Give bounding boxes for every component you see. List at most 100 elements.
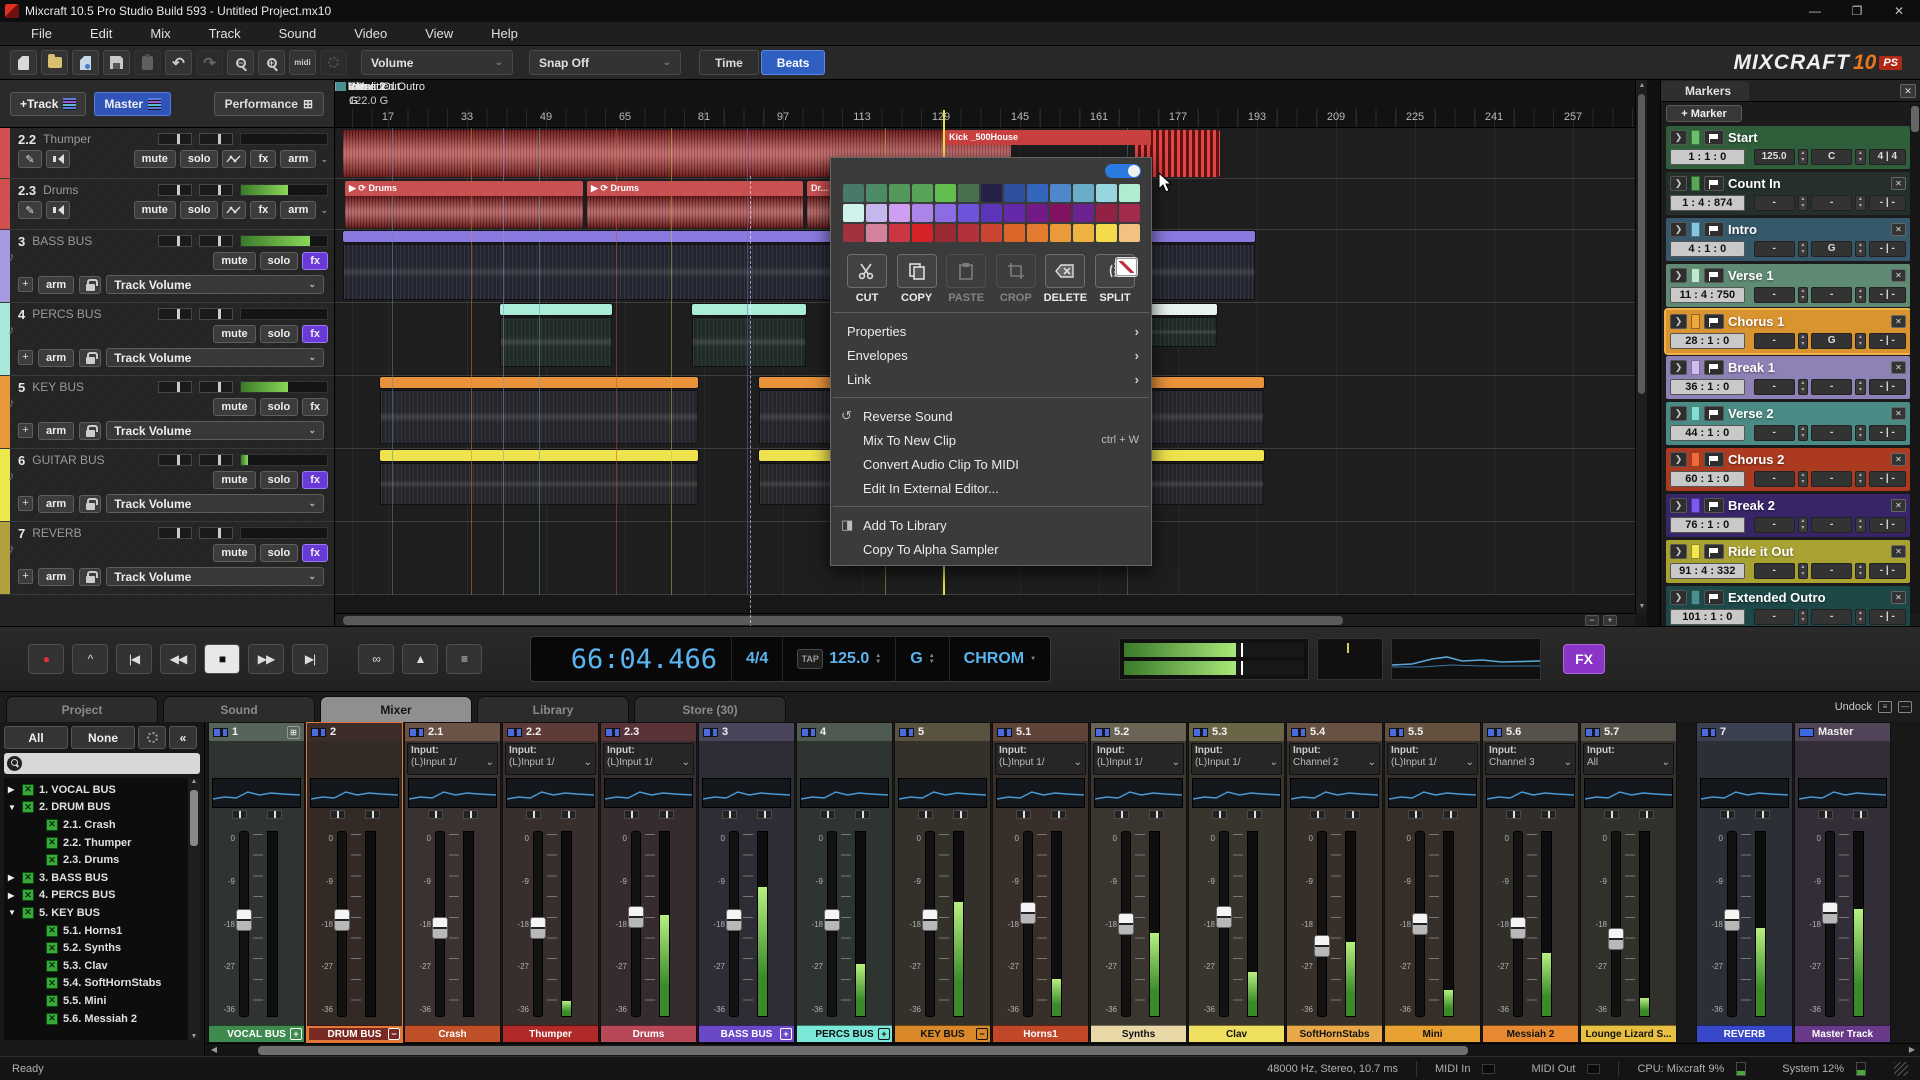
marker-position-field[interactable]: 101 : 1 : 0	[1670, 609, 1745, 625]
track-header[interactable]: ♪ 2.3 Drums ✎ mute	[0, 179, 334, 230]
mute-button[interactable]: mute	[134, 201, 176, 219]
marker-color-swatch[interactable]	[1691, 176, 1700, 191]
collapse-button[interactable]: «	[169, 726, 197, 749]
paste-button[interactable]: PASTE	[942, 254, 990, 304]
color-swatch[interactable]	[981, 204, 1002, 222]
arm-button[interactable]: arm	[38, 349, 74, 367]
key-spinner[interactable]: ▴▾	[1855, 241, 1865, 257]
scroll-down-arrow[interactable]: ▼	[1636, 601, 1647, 613]
color-swatch[interactable]	[912, 184, 933, 202]
mute-button[interactable]: mute	[213, 252, 255, 270]
timeline-marker[interactable]: Extended Outro 122.0 G	[335, 82, 425, 93]
automation-param-dropdown[interactable]: Track Volume ⌄	[106, 567, 324, 586]
chevron-down-icon[interactable]: ⌄	[1368, 757, 1376, 768]
tree-expand-arrow[interactable]: ▶	[8, 891, 22, 900]
color-swatch[interactable]	[1096, 224, 1117, 242]
color-swatch[interactable]	[866, 224, 887, 242]
chevron-down-icon[interactable]: ⌄	[1074, 757, 1082, 768]
marker-position-field[interactable]: 1 : 1 : 0	[1670, 149, 1745, 165]
track-volume-slider[interactable]	[158, 184, 192, 196]
context-menu-item[interactable]: ↺ Reverse Sound	[831, 404, 1151, 428]
track-volume-slider[interactable]	[158, 454, 192, 466]
strip-header[interactable]: 2.3 ⊞	[601, 723, 696, 741]
marker-timesig-field[interactable]: - | -	[1869, 241, 1906, 257]
tab[interactable]: Mixer	[320, 696, 472, 722]
marker-name[interactable]: Ride it Out	[1728, 544, 1887, 559]
mixer-channel-strip[interactable]: 5.6 ⊞ Input: Channel 3 ⌄	[1482, 722, 1579, 1043]
eq-display[interactable]	[310, 778, 399, 808]
marker-key-field[interactable]: -	[1811, 379, 1852, 395]
marker-card[interactable]: ❯ Ride it Out ✕ 91 : 4 : 332 - ▴▾ - ▴▾ -…	[1666, 540, 1910, 583]
maximize-button[interactable]: ❐	[1836, 0, 1878, 22]
marker-flag-icon[interactable]	[335, 82, 346, 91]
marker-card[interactable]: ❯ Count In ✕ 1 : 4 : 874 - ▴▾ - ▴▾ - | -	[1666, 172, 1910, 215]
expand-automation-button[interactable]: +	[18, 423, 33, 438]
volume-fader[interactable]	[1219, 831, 1229, 1017]
marker-card[interactable]: ❯ Verse 1 ✕ 11 : 4 : 750 - ▴▾ - ▴▾ - | -	[1666, 264, 1910, 307]
marker-flag-icon[interactable]	[1704, 452, 1724, 467]
marker-expand-button[interactable]: ❯	[1670, 268, 1687, 283]
track-color-strip[interactable]	[0, 128, 10, 178]
monitor-button[interactable]	[46, 201, 70, 219]
marker-color-swatch[interactable]	[1691, 314, 1700, 329]
pan-knob[interactable]	[232, 810, 247, 819]
send-knob[interactable]	[1247, 810, 1262, 819]
track-color-strip[interactable]	[0, 522, 10, 594]
tree-item[interactable]: ✕ 5.5. Mini	[8, 992, 186, 1010]
tree-item[interactable]: ✕ 5.1. Horns1	[8, 922, 186, 940]
marker-card[interactable]: ❯ Chorus 1 ✕ 28 : 1 : 0 - ▴▾ G ▴▾ - | -	[1666, 310, 1910, 353]
color-swatch[interactable]	[1027, 184, 1048, 202]
delete-marker-button[interactable]: ✕	[1891, 269, 1906, 282]
fader-handle[interactable]	[1822, 902, 1838, 924]
send-knob[interactable]	[1345, 810, 1360, 819]
marker-color-swatch[interactable]	[1691, 590, 1700, 605]
volume-fader[interactable]	[1727, 831, 1737, 1017]
channel-name-label[interactable]: VOCAL BUS +	[209, 1025, 304, 1042]
fx-button[interactable]: fx	[302, 252, 328, 270]
marker-position-field[interactable]: 44 : 1 : 0	[1670, 425, 1745, 441]
strip-header[interactable]: 5.5 ⊞	[1385, 723, 1480, 741]
marker-flag-icon[interactable]	[1704, 130, 1724, 145]
track-volume-slider[interactable]	[158, 308, 192, 320]
eq-display[interactable]	[1192, 778, 1281, 808]
envelope-button[interactable]	[222, 150, 246, 168]
fader-handle[interactable]	[334, 909, 350, 931]
track-visible-checkbox[interactable]: ✕	[46, 960, 58, 972]
color-swatch[interactable]	[1050, 224, 1071, 242]
eq-display[interactable]	[996, 778, 1085, 808]
color-swatch[interactable]	[866, 204, 887, 222]
send-knob[interactable]	[267, 810, 282, 819]
context-menu-item[interactable]: Link ›	[831, 367, 1151, 391]
track-name[interactable]: Thumper	[43, 132, 151, 146]
track-visible-checkbox[interactable]: ✕	[22, 889, 34, 901]
marker-card[interactable]: ❯ Intro ✕ 4 : 1 : 0 - ▴▾ G ▴▾ - | -	[1666, 218, 1910, 261]
volume-fader[interactable]	[827, 831, 837, 1017]
tempo-spinner[interactable]: ▴▾	[1798, 425, 1808, 441]
strip-header[interactable]: 5.3 ⊞	[1189, 723, 1284, 741]
scroll-down-arrow[interactable]: ▼	[188, 1033, 200, 1040]
fx-button[interactable]: FX	[1563, 644, 1605, 674]
fx-button[interactable]: fx	[302, 544, 328, 562]
tree-expand-arrow[interactable]: ▼	[8, 908, 22, 917]
automation-param-dropdown[interactable]: Track Volume ⌄	[106, 494, 324, 513]
pan-knob[interactable]	[624, 810, 639, 819]
marker-color-swatch[interactable]	[1691, 130, 1700, 145]
tempo-spinner[interactable]: ▴▾	[1798, 149, 1808, 165]
fader-handle[interactable]	[1314, 935, 1330, 957]
marker-key-field[interactable]: -	[1811, 609, 1852, 625]
menu-item[interactable]: Mix	[131, 23, 189, 44]
marker-position-field[interactable]: 76 : 1 : 0	[1670, 517, 1745, 533]
mute-button[interactable]: mute	[213, 544, 255, 562]
fader-handle[interactable]	[432, 917, 448, 939]
fader-handle[interactable]	[1412, 913, 1428, 935]
tree-item[interactable]: ▶ ✕ 1. VOCAL BUS	[8, 781, 186, 799]
send-knob[interactable]	[855, 810, 870, 819]
track-color-strip[interactable]	[0, 449, 10, 521]
markers-scrollbar[interactable]	[1910, 104, 1920, 614]
marker-position-field[interactable]: 36 : 1 : 0	[1670, 379, 1745, 395]
fader-handle[interactable]	[1608, 928, 1624, 950]
channel-name-label[interactable]: Horns1	[993, 1025, 1088, 1042]
track-visible-checkbox[interactable]: ✕	[46, 819, 58, 831]
track-visible-checkbox[interactable]: ✕	[22, 801, 34, 813]
pan-knob[interactable]	[1016, 810, 1031, 819]
